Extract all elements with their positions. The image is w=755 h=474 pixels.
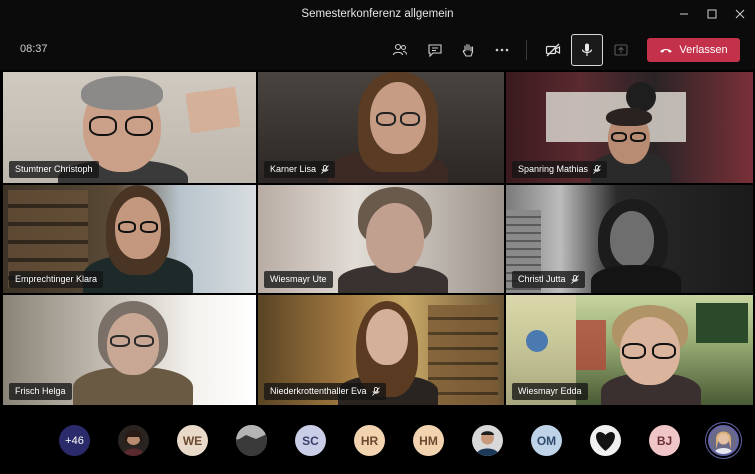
self-avatar[interactable] (708, 425, 739, 456)
avatar-initials: HR (360, 433, 379, 448)
participant-nameplate: Christl Jutta (512, 271, 585, 288)
mic-icon[interactable] (571, 34, 603, 66)
mic-off-icon (321, 165, 329, 174)
mic-off-icon (570, 275, 579, 284)
avatar[interactable]: HM (413, 425, 444, 456)
participant-nameplate: Karner Lisa (264, 161, 336, 178)
participant-name: Frisch Helga (15, 386, 66, 396)
participant-nameplate: Stumtner Christoph (9, 161, 99, 178)
meeting-toolbar: 08:37 Verlassen (0, 28, 755, 70)
video-tile[interactable]: Christl Jutta (506, 185, 753, 293)
title-bar: Semesterkonferenz allgemein (0, 0, 755, 28)
participant-nameplate: Wiesmayr Edda (512, 383, 588, 400)
participant-nameplate: Emprechtinger Klara (9, 271, 104, 288)
participant-name: Niederkrottenthaller Eva (270, 386, 367, 396)
avatar[interactable] (590, 425, 621, 456)
window-title: Semesterkonferenz allgemein (301, 8, 454, 20)
video-tile[interactable]: Frisch Helga (3, 295, 256, 405)
more-participants-button[interactable]: +46 (59, 425, 90, 456)
participant-name: Spanring Mathias (518, 164, 589, 174)
participant-nameplate: Niederkrottenthaller Eva (264, 383, 386, 400)
close-icon[interactable] (728, 4, 752, 24)
avatar[interactable]: BJ (649, 425, 680, 456)
video-tile[interactable]: Niederkrottenthaller Eva (258, 295, 504, 405)
video-tile[interactable]: Emprechtinger Klara (3, 185, 256, 293)
avatar-initials: WE (182, 433, 203, 448)
mic-off-icon (593, 165, 601, 174)
participant-nameplate: Wiesmayr Ute (264, 271, 333, 288)
participant-name: Emprechtinger Klara (15, 274, 98, 284)
avatar-initials: BJ (656, 433, 673, 448)
avatar[interactable] (472, 425, 503, 456)
minimize-icon[interactable] (672, 4, 696, 24)
participant-avatar-strip: +46 WE SC HR HM OM BJ (0, 405, 755, 474)
hang-up-icon (660, 49, 673, 53)
video-tile[interactable]: Spanring Mathias (506, 72, 753, 183)
participant-name: Karner Lisa (270, 164, 317, 174)
toolbar-divider (526, 40, 527, 60)
avatar[interactable]: SC (295, 425, 326, 456)
leave-label: Verlassen (679, 44, 728, 56)
camera-off-icon[interactable] (538, 35, 568, 65)
leave-button[interactable]: Verlassen (647, 38, 740, 62)
video-tile[interactable]: Stumtner Christoph (3, 72, 256, 183)
avatar[interactable]: WE (177, 425, 208, 456)
video-tile[interactable]: Wiesmayr Ute (258, 185, 504, 293)
maximize-icon[interactable] (700, 4, 724, 24)
avatar[interactable] (236, 425, 267, 456)
participants-icon[interactable] (385, 35, 415, 65)
participant-name: Wiesmayr Edda (518, 386, 582, 396)
mic-off-icon (371, 387, 380, 396)
video-tile[interactable]: Karner Lisa (258, 72, 504, 183)
raise-hand-icon[interactable] (453, 35, 483, 65)
avatar[interactable] (118, 425, 149, 456)
participant-name: Wiesmayr Ute (270, 274, 327, 284)
avatar[interactable]: HR (354, 425, 385, 456)
avatar[interactable]: OM (531, 425, 562, 456)
participant-nameplate: Frisch Helga (9, 383, 72, 400)
participant-name: Christl Jutta (518, 274, 566, 284)
avatar-initials: SC (302, 433, 319, 448)
chat-icon[interactable] (420, 35, 450, 65)
video-grid: Stumtner Christoph Karner Lisa Spanring … (3, 72, 753, 405)
participant-nameplate: Spanring Mathias (512, 161, 608, 178)
meeting-timer: 08:37 (20, 43, 48, 55)
avatar-initials: OM (536, 433, 557, 448)
avatar-initials: HM (419, 433, 438, 448)
video-tile[interactable]: Wiesmayr Edda (506, 295, 753, 405)
more-icon[interactable] (487, 35, 517, 65)
share-icon[interactable] (606, 35, 636, 65)
participant-name: Stumtner Christoph (15, 164, 93, 174)
